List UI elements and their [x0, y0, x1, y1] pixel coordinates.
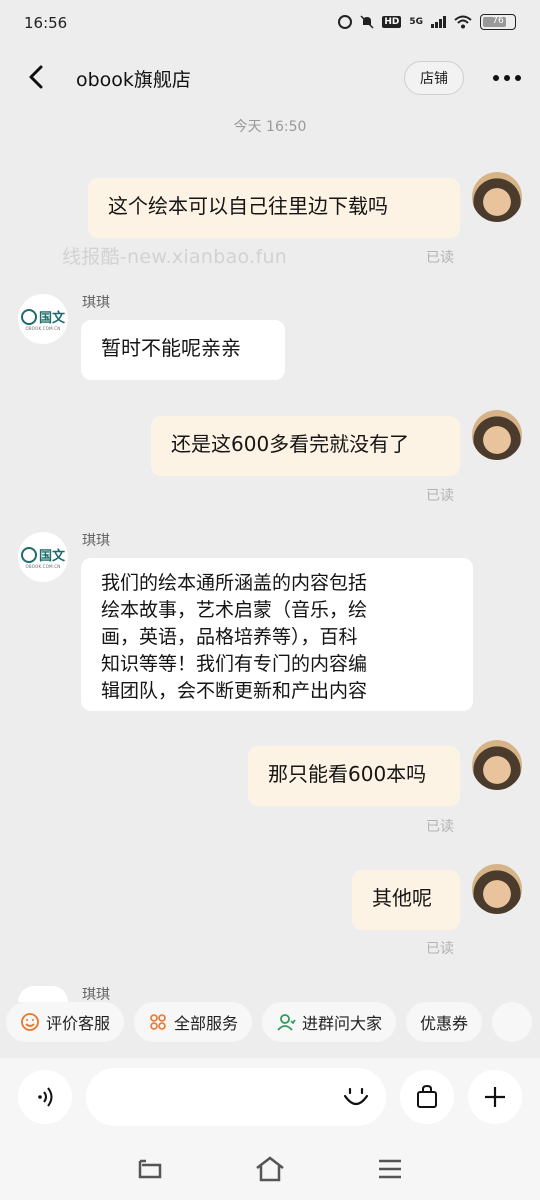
more-dot [493, 75, 499, 81]
message-text: 这个绘本可以自己往里边下载吗 [108, 194, 388, 218]
network-type: 5G [409, 17, 423, 27]
shop-logo: 国文 OBOOK.COM.CN [20, 307, 65, 331]
shop-logo-sub: OBOOK.COM.CN [25, 326, 61, 331]
read-status: 已读 [426, 250, 454, 266]
quick-action-more[interactable] [492, 1002, 533, 1042]
chevron-left-icon [29, 65, 43, 89]
signal-icon [431, 16, 446, 28]
status-icons: HD 5G 76 [338, 14, 516, 30]
read-status: 已读 [426, 819, 454, 835]
more-button[interactable] [490, 68, 524, 88]
logo-mark-icon [20, 308, 37, 325]
message-line: 辑团队，会不断更新和产出内容 [101, 680, 368, 702]
chat-title: obook旗舰店 [76, 69, 191, 91]
shop-logo-text: 国文 [38, 311, 65, 326]
shop-avatar[interactable] [18, 986, 68, 1002]
message-text: 还是这600多看完就没有了 [171, 432, 410, 456]
chip-label: 进群问大家 [302, 1014, 383, 1033]
status-time: 16:56 [24, 14, 68, 32]
battery-icon: 76 [480, 14, 516, 30]
message-bubble-incoming[interactable]: 暂时不能呢亲亲 [81, 320, 285, 380]
shopping-bag-icon [417, 1084, 437, 1108]
quick-action-all-services[interactable]: 全部服务 [134, 1002, 253, 1042]
product-button[interactable] [400, 1070, 454, 1124]
chip-label: 优惠券 [420, 1014, 469, 1033]
quick-action-coupon[interactable]: 优惠券 [406, 1002, 483, 1042]
message-line: 我们的绘本通所涵盖的内容包括 [101, 572, 368, 594]
chat-header: obook旗舰店 店铺 [0, 50, 540, 106]
message-text: 其他呢 [372, 886, 432, 910]
user-avatar[interactable] [472, 410, 522, 460]
message-line: 画，英语，品格培养等），百科 [101, 626, 358, 648]
back-button[interactable] [22, 62, 52, 92]
battery-text: 76 [492, 16, 504, 26]
shop-logo-text: 国文 [38, 549, 65, 564]
alarm-icon [338, 15, 353, 29]
back-arrow-icon [138, 1159, 162, 1179]
menu-icon [379, 1159, 401, 1179]
nav-home-button[interactable] [255, 1154, 285, 1184]
user-avatar[interactable] [472, 740, 522, 790]
logo-mark-icon [20, 546, 37, 563]
shop-logo-sub: OBOOK.COM.CN [25, 564, 61, 569]
time-label: 今天 16:50 [233, 119, 307, 135]
smile-icon [21, 1013, 39, 1031]
nav-back-button[interactable] [135, 1154, 165, 1184]
sender-name: 琪琪 [82, 987, 110, 1003]
wifi-icon [454, 15, 472, 29]
home-icon [256, 1156, 284, 1182]
user-avatar[interactable] [472, 864, 522, 914]
voice-button[interactable] [18, 1070, 72, 1124]
more-dot [504, 75, 510, 81]
read-status: 已读 [426, 488, 454, 504]
plus-button[interactable] [468, 1070, 522, 1124]
message-bubble-incoming[interactable]: 我们的绘本通所涵盖的内容包括 绘本故事，艺术启蒙（音乐，绘 画，英语，品格培养等… [81, 558, 473, 711]
read-status: 已读 [426, 941, 454, 957]
plus-icon [485, 1087, 505, 1107]
quick-action-join-group[interactable]: 进群问大家 [262, 1002, 397, 1042]
message-text: 那只能看600本吗 [268, 762, 427, 786]
chip-label: 评价客服 [46, 1014, 111, 1033]
system-nav-bar [0, 1138, 540, 1200]
quick-action-rate-service[interactable]: 评价客服 [6, 1002, 125, 1042]
shop-avatar[interactable]: 国文 OBOOK.COM.CN [18, 532, 68, 582]
message-bubble-outgoing[interactable]: 还是这600多看完就没有了 [151, 416, 460, 476]
voice-icon [38, 1087, 53, 1107]
mute-icon [360, 15, 374, 29]
more-dot [515, 75, 521, 81]
grid-icon [150, 1014, 166, 1030]
sender-name: 琪琪 [82, 533, 110, 549]
shop-logo: 国文 OBOOK.COM.CN [20, 545, 65, 569]
shop-avatar[interactable]: 国文 OBOOK.COM.CN [18, 294, 68, 344]
quick-actions: 评价客服 全部服务 进群问大家 优惠券 [0, 1002, 540, 1046]
message-line: 知识等等！我们有专门的内容编 [101, 653, 368, 675]
watermark: 线报酷-new.xianbao.fun [62, 246, 288, 268]
message-bubble-outgoing[interactable]: 其他呢 [352, 870, 460, 930]
input-bar [0, 1058, 540, 1138]
nav-recents-button[interactable] [375, 1154, 405, 1184]
message-bubble-outgoing[interactable]: 那只能看600本吗 [248, 746, 460, 806]
shop-button[interactable]: 店铺 [404, 61, 464, 95]
user-avatar[interactable] [472, 172, 522, 222]
emoji-button[interactable] [340, 1082, 372, 1114]
message-line: 绘本故事，艺术启蒙（音乐，绘 [101, 599, 368, 621]
emoji-icon [343, 1087, 369, 1106]
hd-badge: HD [382, 16, 402, 28]
sender-name: 琪琪 [82, 295, 110, 311]
message-bubble-outgoing[interactable]: 这个绘本可以自己往里边下载吗 [88, 178, 460, 238]
group-icon [277, 1014, 296, 1031]
status-bar: 16:56 HD 5G 76 [0, 0, 540, 50]
message-text: 暂时不能呢亲亲 [101, 336, 241, 360]
chip-label: 全部服务 [174, 1014, 239, 1033]
